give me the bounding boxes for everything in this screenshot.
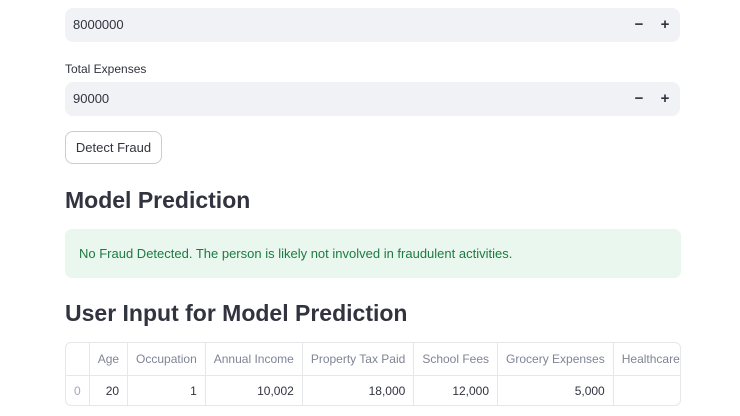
increment-button[interactable]: +: [652, 82, 678, 116]
user-input-heading: User Input for Model Prediction: [65, 300, 408, 326]
cell-age[interactable]: 20: [89, 375, 129, 405]
increment-button[interactable]: +: [652, 8, 678, 42]
table-header-row: Age Occupation Annual Income Property Ta…: [66, 343, 680, 376]
decrement-button[interactable]: −: [626, 82, 652, 116]
success-alert: No Fraud Detected. The person is likely …: [65, 229, 681, 278]
cell-school-fees[interactable]: 12,000: [413, 375, 499, 405]
cell-grocery-expenses[interactable]: 5,000: [497, 375, 614, 405]
table-row[interactable]: 0 20 1 10,002 18,000 12,000 5,000 5: [66, 375, 680, 405]
column-header-healthcare[interactable]: Healthcare Co: [613, 343, 680, 376]
total-expenses-label: Total Expenses: [65, 62, 147, 76]
cell-annual-income[interactable]: 10,002: [205, 375, 303, 405]
cell-healthcare[interactable]: 5: [613, 375, 680, 405]
decrement-button[interactable]: −: [626, 8, 652, 42]
income-number-input[interactable]: 8000000 − +: [65, 8, 680, 42]
cell-property-tax-paid[interactable]: 18,000: [302, 375, 415, 405]
column-header-property-tax-paid[interactable]: Property Tax Paid: [302, 343, 415, 376]
column-header-school-fees[interactable]: School Fees: [413, 343, 499, 376]
column-header-occupation[interactable]: Occupation: [127, 343, 206, 376]
model-prediction-heading: Model Prediction: [65, 187, 251, 213]
total-expenses-input[interactable]: 90000 − +: [65, 82, 680, 116]
cell-occupation[interactable]: 1: [127, 375, 206, 405]
column-header-grocery-expenses[interactable]: Grocery Expenses: [497, 343, 614, 376]
column-header-index[interactable]: [66, 343, 90, 376]
detect-fraud-button[interactable]: Detect Fraud: [65, 131, 162, 164]
column-header-age[interactable]: Age: [89, 343, 129, 376]
row-index: 0: [66, 375, 90, 405]
income-value[interactable]: 8000000: [73, 8, 124, 42]
dataframe-table[interactable]: Age Occupation Annual Income Property Ta…: [65, 342, 681, 406]
column-header-annual-income[interactable]: Annual Income: [205, 343, 303, 376]
total-expenses-value[interactable]: 90000: [73, 82, 109, 116]
